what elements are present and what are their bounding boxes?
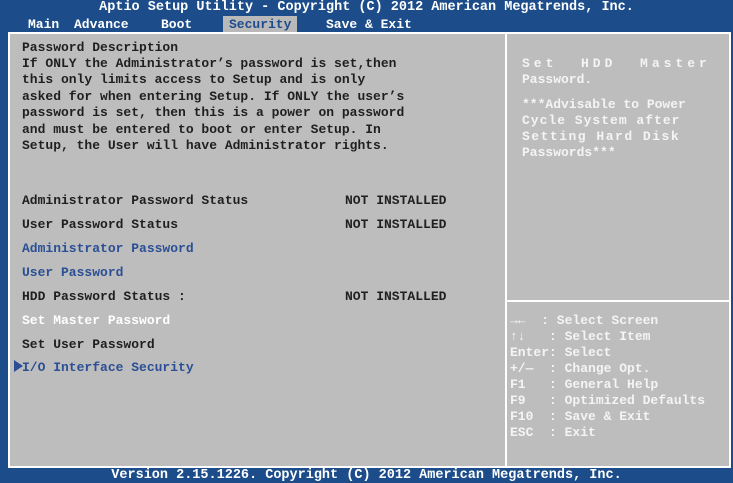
help-line-1: Set HDD Master <box>522 56 711 71</box>
user-password-status-label: User Password Status <box>22 217 179 232</box>
key-change-opt: +/— : Change Opt. <box>510 361 651 376</box>
menu-bar: Main Advance Boot Security Save & Exit <box>0 16 733 32</box>
version-footer: Version 2.15.1226. Copyright (C) 2012 Am… <box>0 468 733 483</box>
desc-line-2: this only limits access to Setup and is … <box>22 72 366 87</box>
key-optimized-defaults: F9 : Optimized Defaults <box>510 393 706 408</box>
key-save-exit: F10 : Save & Exit <box>510 409 651 424</box>
hdd-password-status-value: NOT INSTALLED <box>345 289 447 304</box>
key-general-help: F1 : General Help <box>510 377 659 392</box>
hdd-password-status-label: HDD Password Status : <box>22 289 186 304</box>
help-line-4: ***Advisable to Power <box>522 97 686 112</box>
admin-password-status-label: Administrator Password Status <box>22 193 249 208</box>
desc-line-4: password is set, then this is a power on… <box>22 105 405 120</box>
desc-line-1: If ONLY the Administrator’s password is … <box>22 56 397 71</box>
help-line-6: Setting Hard Disk <box>522 129 681 144</box>
tab-advance[interactable]: Advance <box>68 16 135 32</box>
tab-save-exit[interactable]: Save & Exit <box>320 16 418 32</box>
tab-boot[interactable]: Boot <box>155 16 198 32</box>
administrator-password-item[interactable]: Administrator Password <box>22 241 194 257</box>
io-interface-security-item[interactable]: I/O Interface Security <box>22 360 194 376</box>
key-enter-select: Enter: Select <box>510 345 612 360</box>
user-password-item[interactable]: User Password <box>22 265 123 281</box>
key-select-screen: →← : Select Screen <box>510 313 659 328</box>
desc-line-3: asked for when entering Setup. If ONLY t… <box>22 89 405 104</box>
password-description-heading: Password Description <box>22 40 179 55</box>
set-user-password-item[interactable]: Set User Password <box>22 337 155 353</box>
desc-line-6: Setup, the User will have Administrator … <box>22 138 389 153</box>
user-password-status-value: NOT INSTALLED <box>345 217 447 232</box>
help-line-7: Passwords*** <box>522 145 616 160</box>
tab-security[interactable]: Security <box>223 16 298 32</box>
set-master-password-item[interactable]: Set Master Password <box>22 313 170 329</box>
desc-line-5: and must be entered to boot or enter Set… <box>22 122 381 137</box>
help-line-2: Password. <box>522 72 593 87</box>
key-select-item: ↑↓ : Select Item <box>510 329 651 344</box>
help-line-5: Cycle System after <box>522 113 681 128</box>
app-title: Aptio Setup Utility - Copyright (C) 2012… <box>99 0 634 15</box>
help-divider <box>507 300 729 302</box>
admin-password-status-value: NOT INSTALLED <box>345 193 447 208</box>
key-exit: ESC : Exit <box>510 425 596 440</box>
vertical-divider <box>505 32 507 468</box>
tab-main[interactable]: Main <box>22 16 65 32</box>
